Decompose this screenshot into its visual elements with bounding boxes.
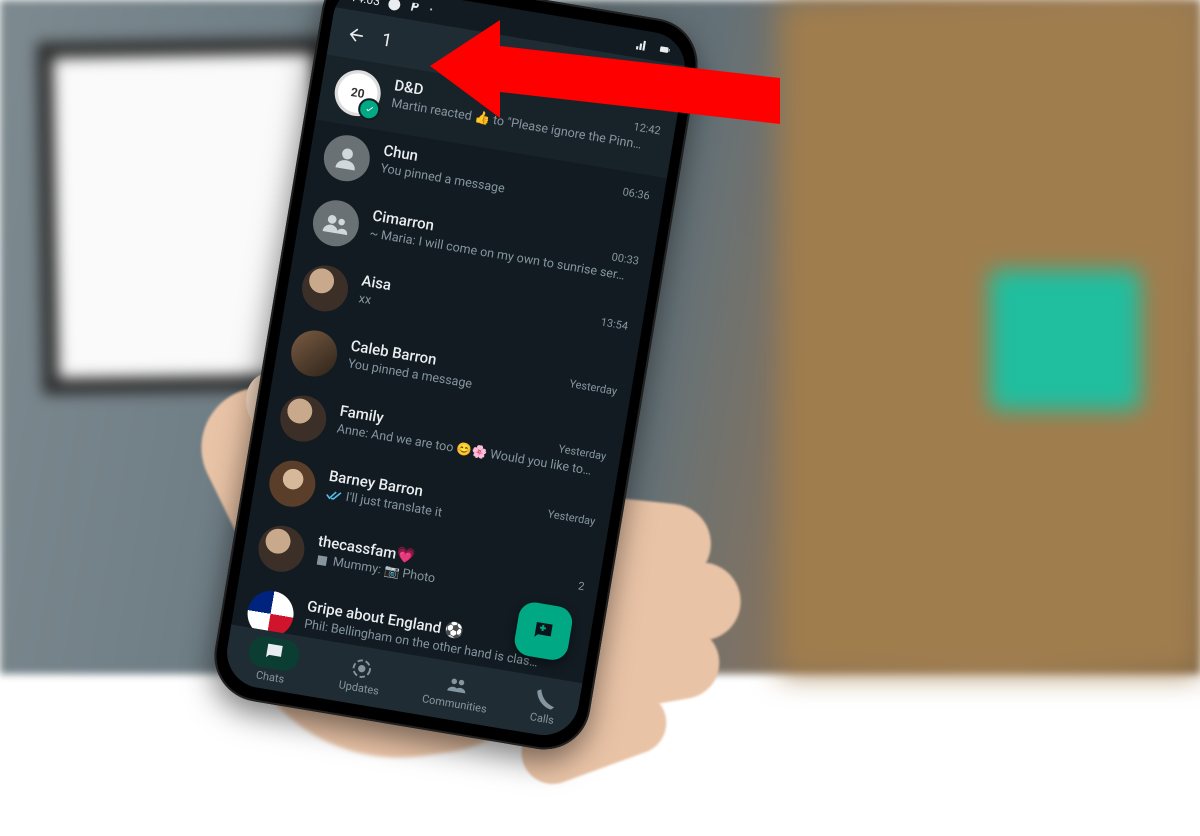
more-button[interactable] xyxy=(633,62,679,108)
chat-time: 06:36 xyxy=(622,185,651,202)
status-time: 14:03 xyxy=(349,0,381,8)
chat-preview: xx xyxy=(358,291,373,308)
nav-chats[interactable]: Chats xyxy=(244,634,301,688)
nav-chats-label: Chats xyxy=(255,668,285,686)
mute-button[interactable] xyxy=(554,49,600,95)
chat-time: 13:54 xyxy=(600,315,629,332)
archive-button[interactable] xyxy=(594,56,640,102)
new-chat-fab[interactable] xyxy=(512,600,574,662)
notch-dot-icon: • xyxy=(428,4,433,15)
nav-updates-label: Updates xyxy=(338,678,380,698)
chat-name: D&D xyxy=(393,76,425,99)
chat-avatar xyxy=(299,262,352,315)
chat-avatar xyxy=(320,132,373,185)
chat-time: 00:33 xyxy=(611,250,640,267)
new-chat-icon xyxy=(530,617,558,645)
chat-avatar xyxy=(288,327,341,380)
selection-count: 1 xyxy=(380,29,393,51)
more-vert-icon xyxy=(645,74,668,97)
communities-icon xyxy=(445,672,470,697)
chat-time: 12:42 xyxy=(632,120,661,137)
archive-icon xyxy=(605,67,628,90)
battery-icon xyxy=(655,42,675,56)
chat-avatar xyxy=(277,392,330,445)
nav-calls-label: Calls xyxy=(529,710,555,727)
facebook-icon xyxy=(387,0,402,11)
nav-updates[interactable]: Updates xyxy=(338,654,384,697)
pin-icon xyxy=(526,54,549,77)
chat-avatar xyxy=(255,522,308,575)
chat-time: 2 xyxy=(577,579,585,593)
chat-avatar xyxy=(266,457,319,510)
updates-icon xyxy=(349,656,374,681)
paypal-icon xyxy=(408,0,423,15)
chat-avatar xyxy=(309,197,362,250)
nav-calls[interactable]: Calls xyxy=(529,686,559,726)
arrow-back-icon xyxy=(345,24,368,47)
chat-name: Aisa xyxy=(360,271,392,294)
chats-icon xyxy=(262,639,287,664)
bell-off-icon xyxy=(566,61,589,84)
nav-communities-label: Communities xyxy=(421,692,488,716)
calls-icon xyxy=(533,686,558,711)
back-button[interactable] xyxy=(333,12,379,58)
signal-icon xyxy=(634,38,649,53)
nav-communities[interactable]: Communities xyxy=(421,668,492,715)
read-ticks-icon xyxy=(325,488,343,502)
pin-button[interactable] xyxy=(515,42,561,88)
